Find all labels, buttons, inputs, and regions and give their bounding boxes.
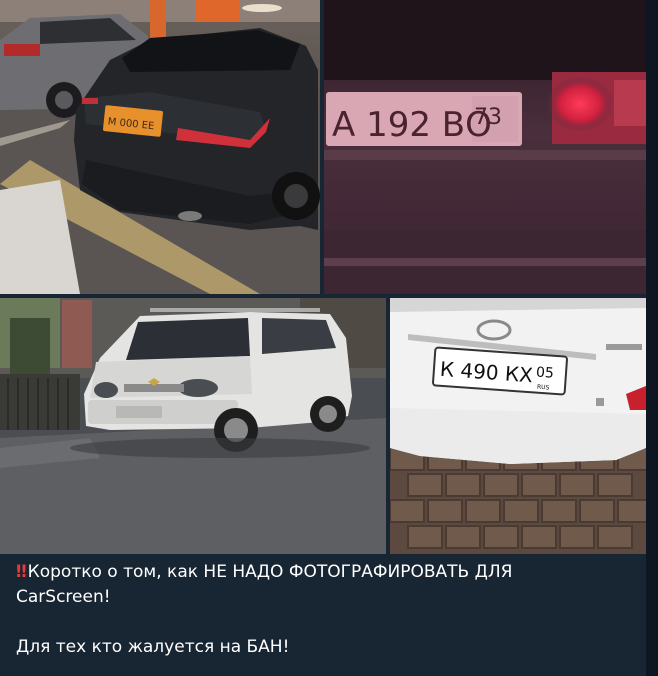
message-line-1: ‼ Коротко о том, как НЕ НАДО ФОТОГРАФИРОВ… bbox=[16, 560, 626, 585]
message-line-3: Для тех кто жалуется на БАН! bbox=[16, 637, 290, 657]
photo-white-car-plate-clear[interactable]: К 490 КХ 05 RUS bbox=[390, 298, 646, 554]
photo-2-plate-main: А 192 ВО bbox=[332, 105, 492, 145]
photo-dark-sedan-parking[interactable]: М 000 ЕЕ bbox=[0, 0, 320, 294]
photo-4-plate-country: RUS bbox=[537, 384, 550, 392]
message-text: ‼ Коротко о том, как НЕ НАДО ФОТОГРАФИРОВ… bbox=[16, 560, 626, 660]
message-bubble: М 000 ЕЕ А 192 ВО 73 К 490 КХ 05 RUS ‼ К… bbox=[0, 0, 646, 676]
message-line-1-text: Коротко о том, как НЕ НАДО ФОТОГРАФИРОВА… bbox=[27, 562, 513, 582]
photo-4-plate-region: 05 bbox=[535, 365, 554, 382]
photo-white-suv-distant[interactable] bbox=[0, 298, 386, 554]
photo-blurry-plate-closeup[interactable]: А 192 ВО 73 bbox=[324, 0, 646, 294]
message-line-2: CarScreen! bbox=[16, 587, 111, 607]
double-exclamation-icon: ‼ bbox=[16, 562, 27, 582]
photo-2-plate-region: 73 bbox=[474, 105, 502, 130]
